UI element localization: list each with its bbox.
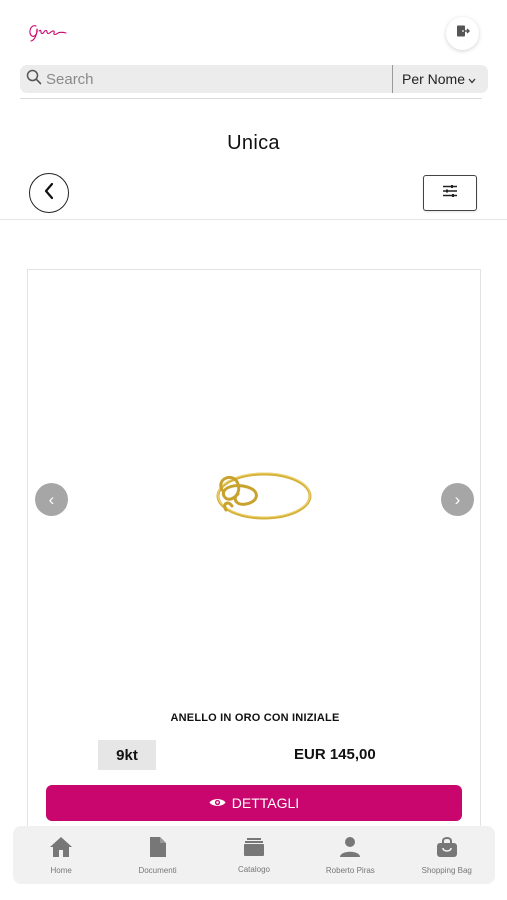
shopping-bag-icon xyxy=(436,836,458,866)
details-label: DETTAGLI xyxy=(231,795,300,811)
nav-label: Roberto Piras xyxy=(325,865,375,875)
carousel-next-button[interactable]: › xyxy=(441,483,474,516)
logout-icon xyxy=(456,24,470,43)
nav-item-documenti[interactable]: Documenti xyxy=(113,836,203,875)
chevron-right-icon: › xyxy=(454,489,461,509)
logout-button[interactable] xyxy=(446,17,479,50)
nav-item-catalogo[interactable]: Catalogo xyxy=(209,837,299,874)
sliders-icon xyxy=(442,184,458,203)
search-icon xyxy=(26,69,42,90)
nav-item-profile[interactable]: Roberto Piras xyxy=(305,836,395,875)
product-price: EUR 145,00 xyxy=(294,746,376,763)
eye-icon xyxy=(209,795,232,811)
bottom-nav: Home Documenti Catalogo Roberto Piras Sh… xyxy=(13,826,495,884)
chevron-left-icon: ‹ xyxy=(48,489,55,509)
sort-select[interactable]: Per Nome xyxy=(393,65,488,93)
nav-label: Documenti xyxy=(138,865,177,875)
product-image[interactable] xyxy=(198,460,316,538)
search-field[interactable] xyxy=(20,65,392,93)
chevron-down-icon xyxy=(468,71,476,87)
search-underline xyxy=(20,98,482,99)
user-icon xyxy=(339,836,361,866)
nav-label: Home xyxy=(50,865,72,875)
search-bar: Per Nome xyxy=(20,65,488,93)
nav-item-shopping-bag[interactable]: Shopping Bag xyxy=(402,836,492,875)
karat-badge: 9kt xyxy=(98,740,156,770)
filter-button[interactable] xyxy=(423,175,477,211)
product-name: ANELLO IN ORO CON INIZIALE xyxy=(170,712,340,724)
back-button[interactable] xyxy=(29,173,69,213)
chevron-left-icon xyxy=(43,182,55,205)
details-button[interactable]: DETTAGLI xyxy=(46,785,462,821)
product-card: ‹ › ANELLO IN ORO CON INIZIALE 9kt EUR 1… xyxy=(27,269,481,829)
carousel-prev-button[interactable]: ‹ xyxy=(35,483,68,516)
nav-item-home[interactable]: Home xyxy=(16,836,106,875)
page-title: Unica xyxy=(227,132,280,154)
sort-label: Per Nome xyxy=(401,71,466,87)
home-icon xyxy=(49,836,73,866)
brand-logo[interactable] xyxy=(26,20,70,44)
toolbar-divider xyxy=(0,219,507,220)
search-input[interactable] xyxy=(46,70,366,88)
nav-label: Shopping Bag xyxy=(421,865,472,875)
catalog-icon xyxy=(243,837,265,865)
nav-label: Catalogo xyxy=(237,864,270,874)
document-icon xyxy=(149,836,167,866)
